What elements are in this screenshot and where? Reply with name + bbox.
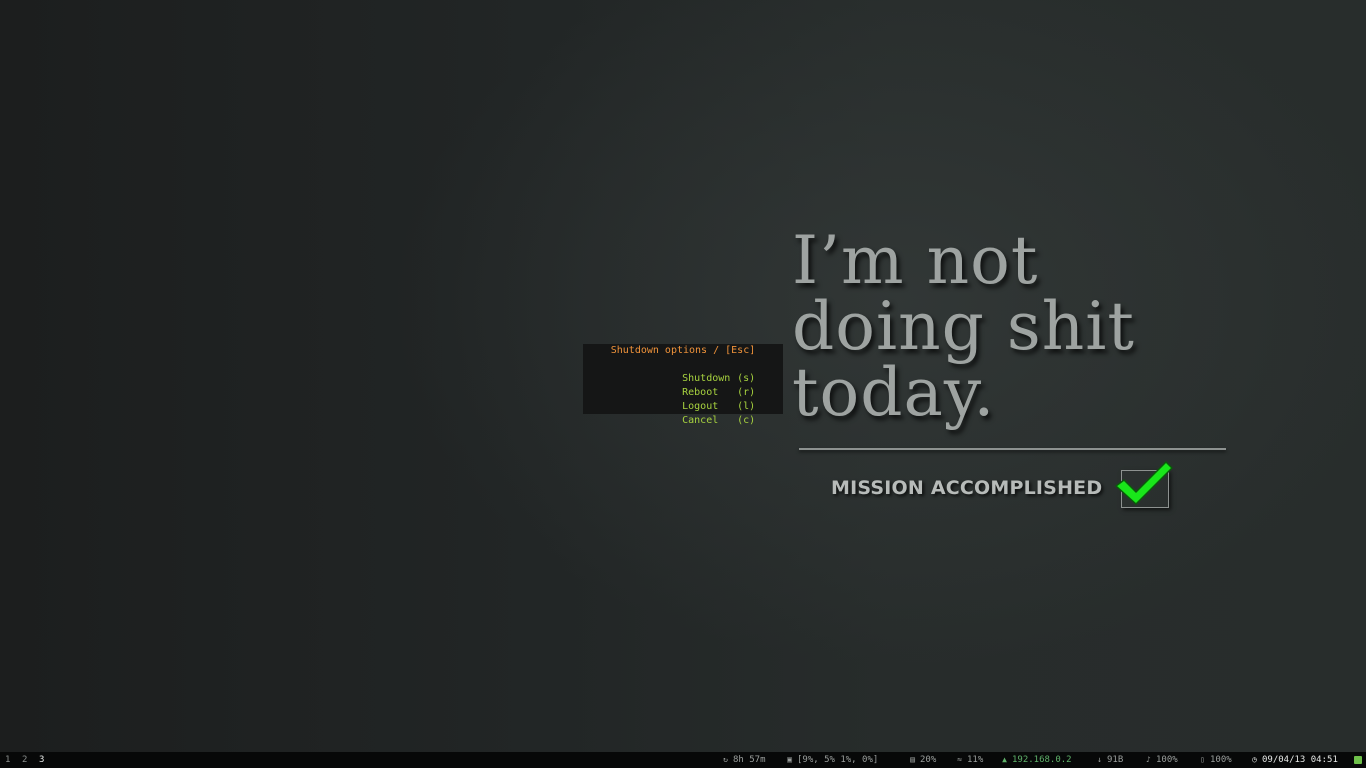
uptime-icon: ↻ [723, 755, 728, 764]
clock-icon: ◷ [1252, 755, 1257, 764]
clock-status: ◷ 09/04/13 04:51 [1250, 752, 1338, 768]
headline-line-1: I’m not [792, 222, 1039, 299]
cpu-icon: ▣ [787, 755, 792, 764]
checkmark-icon [1115, 461, 1173, 505]
wallpaper-divider [799, 448, 1226, 450]
memory-icon: ▤ [910, 755, 915, 764]
wallpaper-headline: I’m not doing shit today. [792, 228, 1135, 426]
headline-line-3: today. [792, 354, 996, 431]
tray-app-icon[interactable] [1354, 756, 1362, 764]
memory-value: 20% [920, 755, 937, 765]
battery-value: 100% [1210, 755, 1232, 765]
swap-value: 11% [967, 755, 984, 765]
speaker-icon: ♪ [1146, 755, 1151, 764]
option-key: (s) [737, 373, 756, 384]
desktop-wallpaper: I’m not doing shit today. MISSION ACCOMP… [0, 0, 1366, 752]
option-key: (l) [737, 401, 756, 412]
status-bar: 1 2 3 ↻ 8h 57m ▣ [9%, 5% 1%, 0%] ▤ 20% ≈11%… [0, 752, 1366, 768]
cpu-value: [9%, 5% 1%, 0%] [797, 755, 879, 765]
option-key: (r) [737, 387, 756, 398]
volume-status: ♪ 100% [1144, 752, 1178, 768]
wallpaper-tagline: MISSION ACCOMPLISHED [831, 477, 1103, 499]
network-status: ▲ 192.168.0.2 [1000, 752, 1072, 768]
uptime-value: 8h 57m [733, 755, 766, 765]
workspace-2[interactable]: 2 [22, 752, 27, 768]
battery-status: ▯ 100% [1198, 752, 1232, 768]
battery-icon: ▯ [1200, 755, 1205, 764]
headline-line-2: doing shit [792, 288, 1135, 365]
clock-value: 09/04/13 04:51 [1262, 755, 1338, 765]
swap-status: ≈11% [955, 752, 983, 768]
workspace-1[interactable]: 1 [5, 752, 10, 768]
uptime-status: ↻ 8h 57m [721, 752, 766, 768]
download-status: ↓ 91B [1095, 752, 1123, 768]
workspace-3[interactable]: 3 [39, 752, 44, 768]
wifi-icon: ▲ [1002, 755, 1007, 764]
volume-value: 100% [1156, 755, 1178, 765]
swap-icon: ≈ [957, 755, 962, 764]
download-value: 91B [1107, 755, 1124, 765]
dialog-title: Shutdown options / [Esc] [610, 345, 756, 356]
option-key: (c) [737, 415, 756, 426]
cpu-status: ▣ [9%, 5% 1%, 0%] [785, 752, 878, 768]
option-label: Cancel [682, 415, 719, 426]
network-ip: 192.168.0.2 [1012, 755, 1072, 765]
memory-status: ▤ 20% [908, 752, 936, 768]
download-arrow-icon: ↓ [1097, 755, 1102, 764]
cancel-option[interactable]: Cancel (c) [646, 400, 755, 442]
shutdown-dialog: Shutdown options / [Esc] Shutdown (s) Reb… [583, 344, 783, 426]
